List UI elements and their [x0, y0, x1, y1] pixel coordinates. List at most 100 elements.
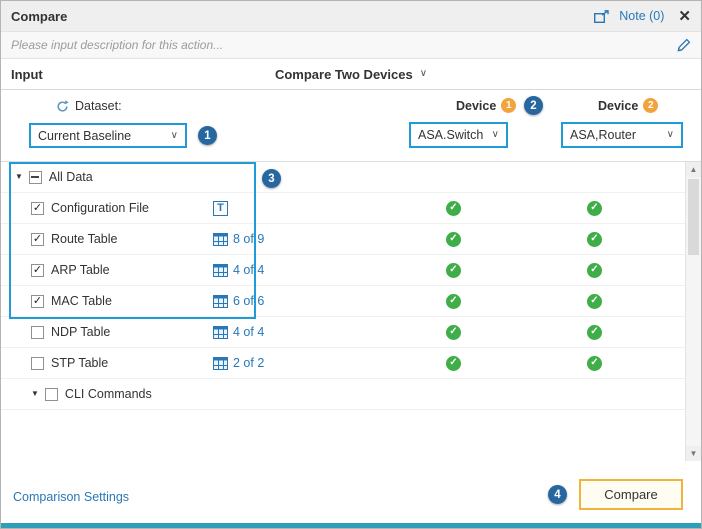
success-check-icon	[587, 201, 602, 216]
footer: Comparison Settings 4 Compare	[1, 461, 701, 523]
device1-dropdown[interactable]: ASA.Switch	[409, 122, 508, 148]
table-row: CLI Commands	[1, 379, 687, 410]
device1-status-cell	[383, 294, 524, 309]
step-badge-2: 2	[524, 96, 543, 115]
device2-number-badge: 2	[643, 98, 658, 113]
success-check-icon	[446, 201, 461, 216]
row-count: 6 of 6	[233, 294, 264, 308]
device2-status-cell	[524, 232, 665, 247]
table-icon	[213, 264, 228, 277]
tree-table: All Data Configuration File T Route Table8 …	[1, 162, 687, 410]
row-checkbox-checked[interactable]	[31, 202, 44, 215]
success-check-icon	[587, 232, 602, 247]
dataset-label-group: Dataset:	[56, 99, 122, 113]
compare-mode-selector[interactable]: Compare Two Devices	[275, 67, 427, 82]
title-bar: Compare Note (0) ✕	[1, 1, 701, 31]
row-label: ARP Table	[51, 263, 110, 277]
table-icon	[213, 326, 228, 339]
success-check-icon	[446, 232, 461, 247]
row-main-cell: Route Table8 of 9	[1, 224, 383, 254]
device2-status-cell	[524, 201, 665, 216]
scrollbar-thumb[interactable]	[688, 179, 699, 255]
row-checkbox-checked[interactable]	[31, 264, 44, 277]
row-label: All Data	[49, 170, 93, 184]
scroll-down-icon[interactable]	[686, 446, 701, 461]
description-bar[interactable]: Please input description for this action…	[1, 31, 701, 59]
row-meta: T	[213, 201, 228, 216]
success-check-icon	[587, 263, 602, 278]
row-main-cell: All Data	[1, 162, 383, 192]
row-checkbox-unchecked[interactable]	[31, 326, 44, 339]
dataset-section: Dataset: Current Baseline 1 Device 1 2 D…	[1, 90, 701, 161]
device2-header-label: Device	[598, 99, 638, 113]
row-checkbox-checked[interactable]	[31, 233, 44, 246]
chevron-down-icon	[492, 130, 499, 140]
row-main-cell: Configuration File T	[1, 193, 383, 223]
row-count: 4 of 4	[233, 263, 264, 277]
vertical-scrollbar[interactable]	[685, 162, 701, 461]
device1-status-cell	[383, 263, 524, 278]
row-meta: 6 of 6	[213, 294, 264, 308]
chevron-down-icon	[667, 130, 674, 140]
success-check-icon	[446, 294, 461, 309]
row-main-cell: NDP Table 4 of 4	[1, 317, 383, 347]
row-label: Configuration File	[51, 201, 149, 215]
expander-icon[interactable]	[31, 390, 39, 398]
input-bar: Input Compare Two Devices	[1, 59, 701, 90]
row-meta: 8 of 9	[213, 232, 264, 246]
device1-status-cell	[383, 356, 524, 371]
success-check-icon	[587, 356, 602, 371]
device2-dropdown[interactable]: ASA,Router	[561, 122, 683, 148]
step-badge-3: 3	[262, 169, 281, 188]
dataset-dropdown[interactable]: Current Baseline	[29, 123, 187, 148]
row-label: NDP Table	[51, 325, 110, 339]
compare-button[interactable]: Compare	[579, 479, 683, 510]
row-checkbox-unchecked[interactable]	[31, 357, 44, 370]
row-meta: 4 of 4	[213, 325, 264, 339]
row-label: MAC Table	[51, 294, 112, 308]
row-checkbox-partial[interactable]	[29, 171, 42, 184]
row-main-cell: CLI Commands	[1, 379, 383, 409]
edit-pencil-icon[interactable]	[677, 38, 691, 52]
device2-status-cell	[524, 356, 665, 371]
table-icon	[213, 357, 228, 370]
device1-number-badge: 1	[501, 98, 516, 113]
refresh-icon[interactable]	[56, 100, 69, 113]
comparison-settings-link[interactable]: Comparison Settings	[13, 490, 129, 504]
compare-mode-label: Compare Two Devices	[275, 67, 413, 82]
table-icon	[213, 295, 228, 308]
note-popout-icon[interactable]	[594, 10, 609, 23]
table-row: All Data	[1, 162, 687, 193]
success-check-icon	[587, 325, 602, 340]
close-icon[interactable]: ✕	[678, 7, 691, 25]
row-checkbox-unchecked[interactable]	[45, 388, 58, 401]
success-check-icon	[587, 294, 602, 309]
step-badge-4: 4	[548, 485, 567, 504]
input-section-label: Input	[11, 67, 43, 82]
row-label: CLI Commands	[65, 387, 152, 401]
success-check-icon	[446, 356, 461, 371]
row-main-cell: MAC Table 6 of 6	[1, 286, 383, 316]
description-placeholder: Please input description for this action…	[11, 38, 677, 52]
device1-status-cell	[383, 201, 524, 216]
row-meta: 2 of 2	[213, 356, 264, 370]
table-row: NDP Table 4 of 4	[1, 317, 687, 348]
table-row: STP Table2 of 2	[1, 348, 687, 379]
device1-dropdown-value: ASA.Switch	[418, 128, 483, 142]
device1-status-cell	[383, 325, 524, 340]
device1-header-label: Device	[456, 99, 496, 113]
step-badge-1: 1	[198, 126, 217, 145]
scroll-up-icon[interactable]	[686, 162, 701, 177]
chevron-down-icon	[420, 69, 427, 79]
expander-icon[interactable]	[15, 173, 23, 181]
row-count: 4 of 4	[233, 325, 264, 339]
note-link[interactable]: Note (0)	[619, 9, 664, 23]
device2-status-cell	[524, 294, 665, 309]
device2-dropdown-value: ASA,Router	[570, 128, 636, 142]
table-row: Configuration File T	[1, 193, 687, 224]
dialog-title: Compare	[11, 9, 67, 24]
dataset-label: Dataset:	[75, 99, 122, 113]
row-checkbox-checked[interactable]	[31, 295, 44, 308]
row-main-cell: ARP Table 4 of 4	[1, 255, 383, 285]
compare-dialog: Compare Note (0) ✕ Please input descript…	[0, 0, 702, 529]
